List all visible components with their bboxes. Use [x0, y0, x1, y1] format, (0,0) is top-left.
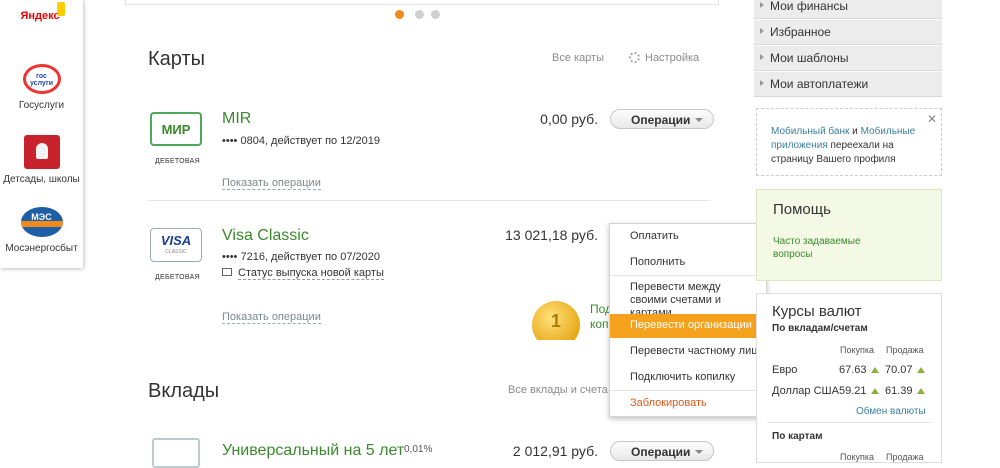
currency-rates-panel: Курсы валют По вкладам/счетам Покупка Пр… [756, 293, 942, 463]
deposit-name-link[interactable]: Универсальный на 5 лет [222, 442, 404, 460]
card-balance: 0,00 руб. [540, 111, 598, 127]
chevron-down-icon [695, 118, 703, 122]
moscow-coat-of-arms-icon [23, 135, 60, 169]
detsady-label: Детсады, школы [3, 174, 80, 185]
mobile-notice: Мобильный банк и Мобильные приложения пе… [756, 108, 942, 176]
operations-button[interactable]: Операции [610, 109, 714, 129]
buy-column-header: Покупка [840, 452, 875, 462]
nav-my-finances[interactable]: Мои финансы [754, 0, 942, 19]
mir-card-logo: МИР [150, 112, 202, 146]
rates-title: Курсы валют [772, 303, 862, 320]
gosuslugi-icon: гос услуги [22, 64, 61, 94]
close-icon[interactable]: ✕ [927, 112, 937, 126]
triangle-right-icon [760, 2, 764, 8]
detsady-link[interactable]: Детсады, школы [0, 135, 83, 185]
carousel-dot-active[interactable] [395, 10, 404, 19]
carousel-dot[interactable] [431, 10, 440, 19]
rate-row-sell: 61.39 [885, 385, 925, 397]
buy-column-header: Покупка [840, 345, 875, 355]
deposits-title: Вклады [148, 380, 220, 402]
nav-favorites[interactable]: Избранное [754, 20, 942, 45]
sell-column-header: Продажа [886, 345, 924, 355]
card-status-icon [222, 268, 232, 276]
mosenergosbyt-link[interactable]: МЭС Мосэнергосбыт [0, 207, 83, 254]
triangle-right-icon [760, 28, 764, 34]
card-name-link[interactable]: Visa Classic [222, 227, 309, 245]
gosuslugi-link[interactable]: гос услуги Госуслуги [0, 64, 83, 111]
menu-item-transfer-person[interactable]: Перевести частному лицу [610, 345, 766, 357]
help-panel: Помощь Часто задаваемые вопросы [756, 189, 942, 281]
menu-item-connect-piggybank[interactable]: Подключить копилку [610, 371, 766, 383]
card-divider [148, 200, 710, 201]
card-type-label: ДЕБЕТОВАЯ [155, 158, 200, 165]
deposit-balance: 2 012,91 руб. [512, 443, 598, 459]
visa-card-logo: VISA CLASSIC [150, 228, 202, 262]
cards-title: Карты [148, 48, 205, 70]
settings-gear-icon[interactable] [629, 52, 640, 63]
arrow-up-icon [916, 367, 925, 373]
rate-row-currency: Доллар США [772, 385, 839, 397]
menu-item-top-up[interactable]: Пополнить [610, 256, 766, 268]
card-balance: 13 021,18 руб. [505, 227, 598, 243]
gosuslugi-label: Госуслуги [18, 100, 65, 111]
help-title: Помощь [773, 201, 831, 218]
nav-my-templates[interactable]: Мои шаблоны [754, 46, 942, 71]
menu-item-pay[interactable]: Оплатить [610, 230, 766, 242]
card-details: •••• 0804, действует по 12/2019 [222, 135, 380, 147]
rate-row-currency: Евро [772, 364, 798, 376]
triangle-right-icon [760, 80, 764, 86]
menu-separator [610, 390, 766, 391]
rate-row-buy: 59.21 [839, 385, 879, 397]
mes-icon: МЭС [20, 207, 63, 237]
settings-link[interactable]: Настройка [645, 52, 699, 64]
card-status-link[interactable]: Статус выпуска новой карты [238, 267, 384, 280]
carousel-dots [395, 10, 445, 20]
all-cards-link[interactable]: Все карты [552, 52, 604, 64]
mosenergosbyt-label: Мосэнергосбыт [5, 243, 78, 254]
card-name-link[interactable]: MIR [222, 110, 251, 128]
nav-my-autopayments[interactable]: Мои автоплатежи [754, 72, 942, 97]
menu-item-transfer-organization[interactable]: Перевести организации [610, 314, 766, 338]
rate-row-buy: 67.63 [839, 364, 879, 376]
all-deposits-link[interactable]: Все вклады и счета [508, 384, 608, 396]
rates-divider [767, 422, 933, 423]
chevron-down-icon [695, 450, 703, 454]
card-type-label: ДЕБЕТОВАЯ [155, 274, 200, 281]
top-banner-frame [125, 0, 719, 5]
menu-item-block[interactable]: Заблокировать [610, 397, 766, 409]
arrow-up-icon [870, 388, 879, 394]
operations-dropdown-menu: Оплатить Пополнить Перевести между своим… [609, 223, 767, 417]
exchange-link[interactable]: Обмен валюты [856, 406, 926, 417]
show-operations-link[interactable]: Показать операции [222, 177, 321, 190]
sell-column-header: Продажа [886, 452, 924, 462]
arrow-up-icon [916, 388, 925, 394]
show-operations-link[interactable]: Показать операции [222, 311, 321, 324]
arrow-up-icon [870, 367, 879, 373]
promo-banner[interactable]: 1 Под копи [530, 295, 610, 340]
quick-links-panel: Яндекс гос услуги Госуслуги Детсады, шко… [0, 0, 83, 268]
menu-separator [610, 275, 766, 276]
yandex-link[interactable]: Яндекс [0, 2, 83, 28]
deposit-icon [152, 438, 200, 468]
carousel-dot[interactable] [415, 10, 424, 19]
card-details: •••• 7216, действует по 07/2020 [222, 251, 380, 263]
mobile-bank-link[interactable]: Мобильный банк [771, 126, 849, 137]
coin-icon: 1 [532, 301, 580, 340]
rates-deposits-subtitle: По вкладам/счетам [772, 323, 868, 334]
rate-row-sell: 70.07 [885, 364, 925, 376]
deposit-rate: 0,01% [404, 444, 433, 455]
faq-link[interactable]: Часто задаваемые вопросы [773, 235, 883, 261]
yandex-icon: Яндекс [17, 2, 67, 28]
triangle-right-icon [760, 54, 764, 60]
rates-cards-subtitle: По картам [772, 431, 823, 442]
operations-button[interactable]: Операции [610, 441, 714, 461]
notice-text: Мобильный банк и Мобильные приложения пе… [771, 126, 916, 165]
